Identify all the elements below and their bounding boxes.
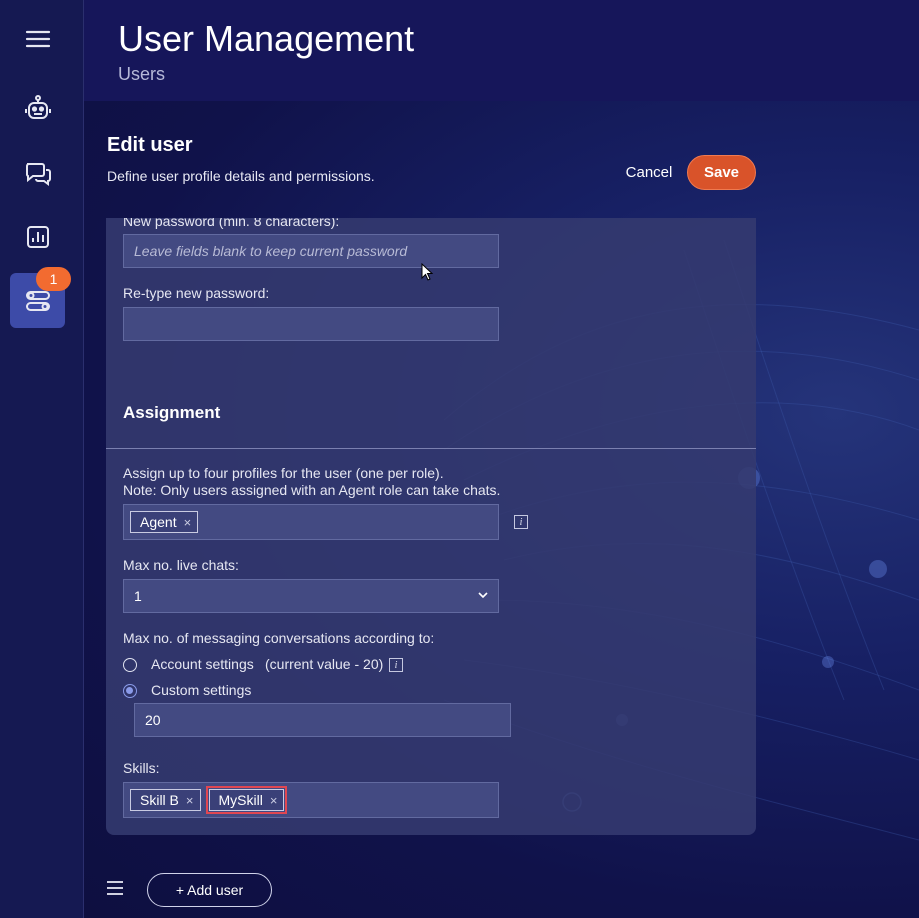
edit-user-description: Define user profile details and permissi… [107, 168, 375, 184]
section-divider [106, 448, 756, 449]
profiles-label-line1: Assign up to four profiles for the user … [123, 465, 444, 481]
max-live-chats-value: 1 [134, 588, 142, 604]
list-menu-icon[interactable] [106, 879, 124, 897]
edit-user-form: New password (min. 8 characters): Leave … [106, 218, 756, 835]
notification-badge: 1 [36, 267, 71, 291]
add-user-button[interactable]: + Add user [147, 873, 272, 907]
sidebar: 1 [0, 0, 84, 918]
retype-password-field[interactable] [123, 307, 499, 341]
profiles-input[interactable]: Agent × [123, 504, 499, 540]
skills-input[interactable]: Skill B × MySkill × [123, 782, 499, 818]
new-password-label: New password (min. 8 characters): [123, 218, 340, 229]
chip-remove-icon[interactable]: × [186, 793, 194, 808]
info-icon[interactable]: i [514, 515, 528, 529]
new-password-field[interactable]: Leave fields blank to keep current passw… [123, 234, 499, 268]
skills-label: Skills: [123, 760, 160, 776]
save-button[interactable]: Save [687, 155, 756, 190]
account-settings-note: (current value - 20) [265, 656, 384, 672]
page-subtitle: Users [118, 64, 166, 84]
info-icon[interactable]: i [389, 658, 403, 672]
robot-icon[interactable] [10, 81, 65, 136]
menu-icon[interactable] [10, 11, 65, 66]
cancel-button[interactable]: Cancel [618, 157, 680, 187]
custom-settings-radio[interactable] [123, 684, 137, 698]
chip-label: MySkill [218, 792, 263, 808]
chip-remove-icon[interactable]: × [184, 515, 192, 530]
custom-settings-label: Custom settings [151, 682, 252, 698]
max-messaging-label: Max no. of messaging conversations accor… [123, 630, 435, 646]
chevron-down-icon [478, 592, 488, 599]
max-live-chats-label: Max no. live chats: [123, 557, 239, 573]
max-live-chats-select[interactable]: 1 [123, 579, 499, 613]
chat-bubbles-icon[interactable] [10, 146, 65, 201]
skill-chip-highlighted: MySkill × [205, 786, 288, 814]
profiles-label-line2: Note: Only users assigned with an Agent … [123, 482, 501, 498]
retype-password-label: Re-type new password: [123, 285, 270, 301]
mouse-cursor-icon [421, 263, 434, 281]
chart-icon[interactable] [10, 209, 65, 264]
profile-chip: Agent × [130, 511, 199, 533]
chip-label: Agent [140, 514, 177, 530]
account-settings-label: Account settings [151, 656, 254, 672]
chip-label: Skill B [140, 792, 179, 808]
account-settings-radio[interactable] [123, 658, 137, 672]
assignment-title: Assignment [123, 403, 221, 422]
skill-chip: Skill B × [130, 789, 201, 811]
edit-user-title: Edit user [107, 134, 193, 156]
chip-remove-icon[interactable]: × [270, 793, 278, 808]
page-title: User Management [118, 18, 415, 59]
custom-value-input[interactable]: 20 [134, 703, 511, 737]
